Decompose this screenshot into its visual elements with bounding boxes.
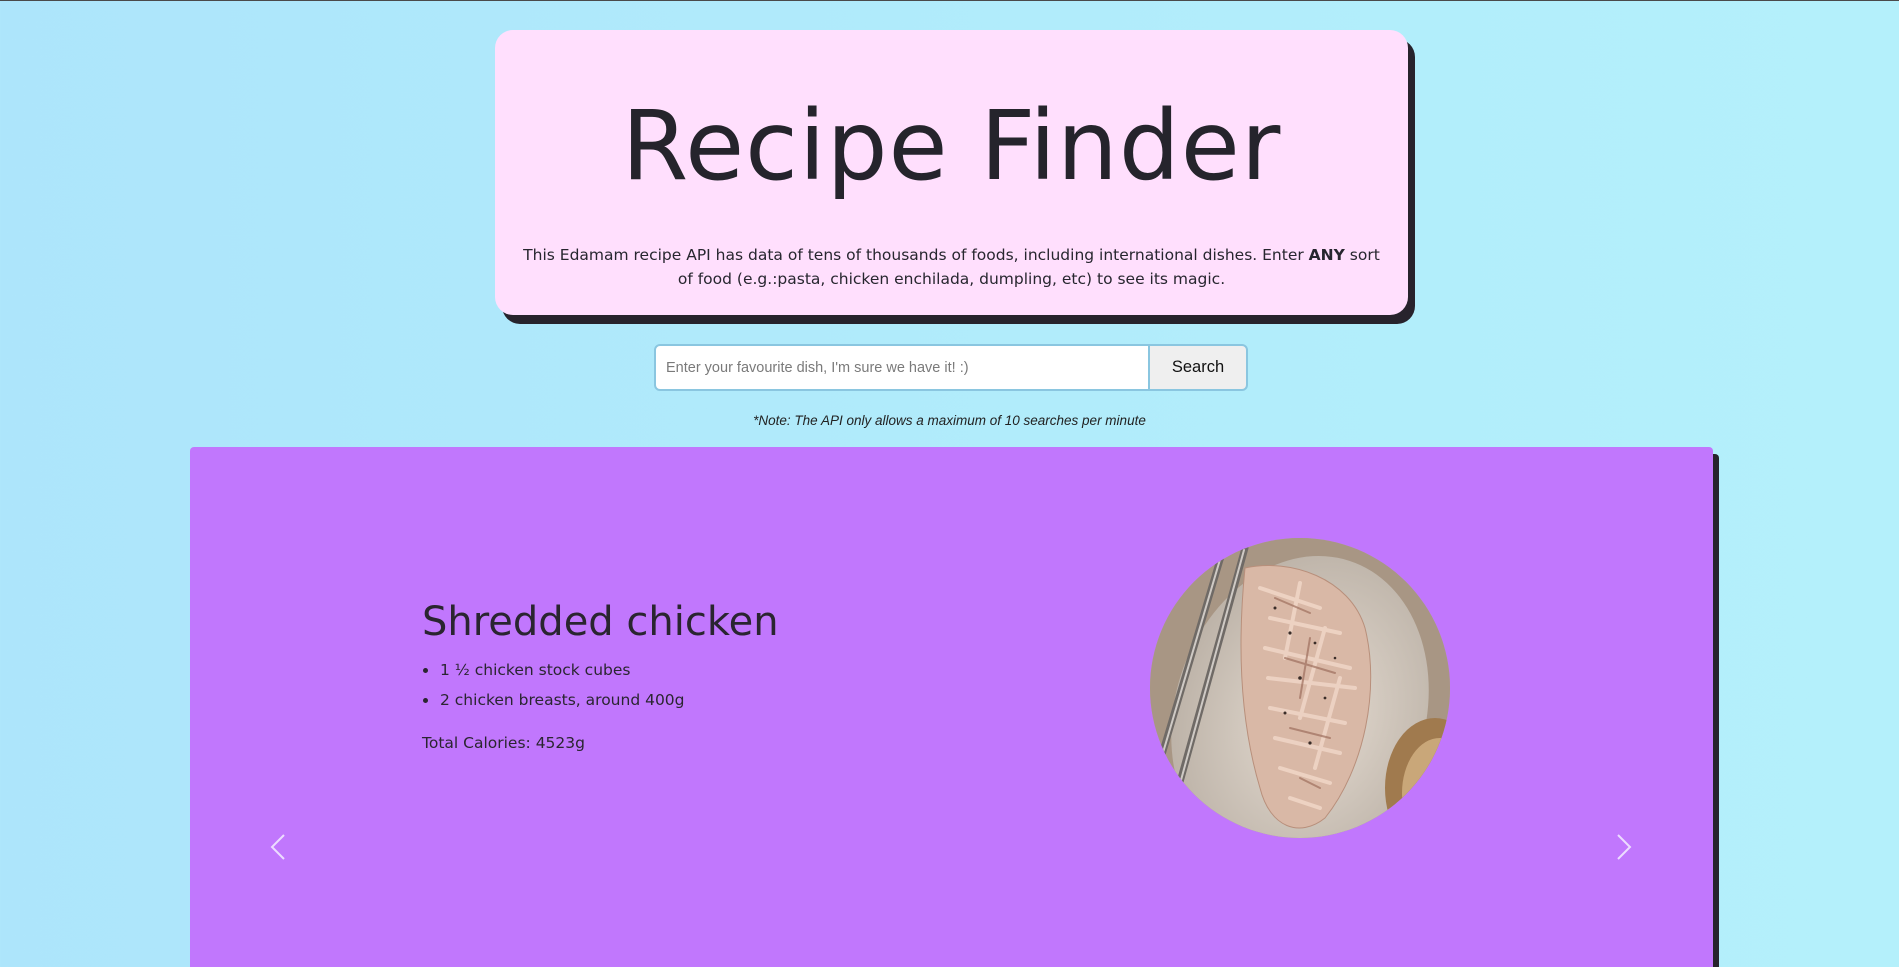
- header-card: Recipe Finder This Edamam recipe API has…: [495, 30, 1408, 315]
- search-bar: Search: [654, 344, 1248, 391]
- shredded-chicken-image: [1150, 538, 1450, 838]
- ingredient-item: 2 chicken breasts, around 400g: [423, 689, 685, 719]
- rate-limit-note: *Note: The API only allows a maximum of …: [753, 413, 1146, 428]
- description-emphasis: ANY: [1308, 246, 1345, 264]
- chevron-left-icon: [270, 834, 285, 860]
- top-border: [0, 0, 1899, 1]
- calories-value: 4523g: [535, 734, 585, 752]
- header-description: This Edamam recipe API has data of tens …: [523, 243, 1380, 291]
- calories-label: Total Calories:: [422, 734, 531, 752]
- carousel-next-button[interactable]: [1608, 827, 1638, 867]
- chevron-right-icon: [1617, 834, 1632, 860]
- recipe-image: [1150, 538, 1450, 838]
- recipe-title: Shredded chicken: [422, 599, 779, 645]
- description-text: This Edamam recipe API has data of tens …: [523, 246, 1309, 264]
- page-title: Recipe Finder: [621, 90, 1282, 202]
- ingredient-item: 1 ½ chicken stock cubes: [423, 659, 685, 689]
- search-input[interactable]: [654, 344, 1149, 391]
- search-button[interactable]: Search: [1149, 344, 1248, 391]
- recipe-carousel: Shredded chicken 1 ½ chicken stock cubes…: [190, 447, 1713, 967]
- carousel-prev-button[interactable]: [264, 827, 294, 867]
- total-calories: Total Calories: 4523g: [422, 734, 585, 752]
- ingredient-list: 1 ½ chicken stock cubes 2 chicken breast…: [422, 659, 685, 719]
